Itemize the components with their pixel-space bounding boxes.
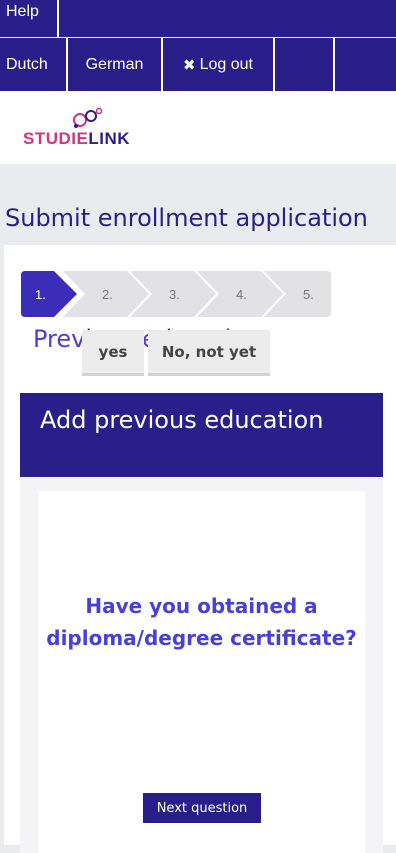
close-icon: ✖: [183, 56, 196, 74]
step-indicator: 1. 2. 3. 4. 5.: [21, 271, 331, 317]
step-3-label: 3.: [169, 286, 180, 302]
language-nav-bar: Dutch German ✖ Log out: [0, 38, 396, 91]
studielink-logo[interactable]: STUDIELINK: [23, 129, 130, 149]
language-german-link[interactable]: German: [68, 38, 163, 91]
answer-options: yes No, not yet: [82, 330, 270, 376]
step-2-label: 2.: [102, 286, 113, 302]
step-4-label: 4.: [236, 286, 247, 302]
help-link[interactable]: Help: [0, 0, 59, 37]
next-question-button[interactable]: Next question: [143, 793, 261, 823]
card-title: Add previous education: [20, 393, 383, 477]
step-shape-icon: [264, 271, 331, 317]
question-text: Have you obtained a diploma/degree certi…: [46, 594, 357, 650]
language-dutch-link[interactable]: Dutch: [0, 38, 68, 91]
top-nav-bar: Help: [0, 0, 396, 37]
logout-link[interactable]: ✖ Log out: [163, 38, 275, 91]
page-title: Submit enrollment application: [5, 204, 368, 232]
studielink-logo-icon: [73, 107, 103, 128]
step-5[interactable]: 5.: [264, 271, 331, 317]
logo-text-part1: STUDIE: [23, 129, 89, 148]
nav-spacer: [275, 38, 335, 91]
logo-text-part2: LINK: [88, 129, 131, 148]
answer-yes-button[interactable]: yes: [82, 330, 144, 376]
answer-no-button[interactable]: No, not yet: [148, 330, 270, 376]
previous-education-card: Add previous education Have you obtained…: [20, 393, 383, 853]
step-1-label: 1.: [35, 286, 46, 302]
header-logo-band: STUDIELINK: [0, 91, 396, 164]
step-5-label: 5.: [303, 286, 314, 302]
logout-label: Log out: [199, 55, 253, 73]
